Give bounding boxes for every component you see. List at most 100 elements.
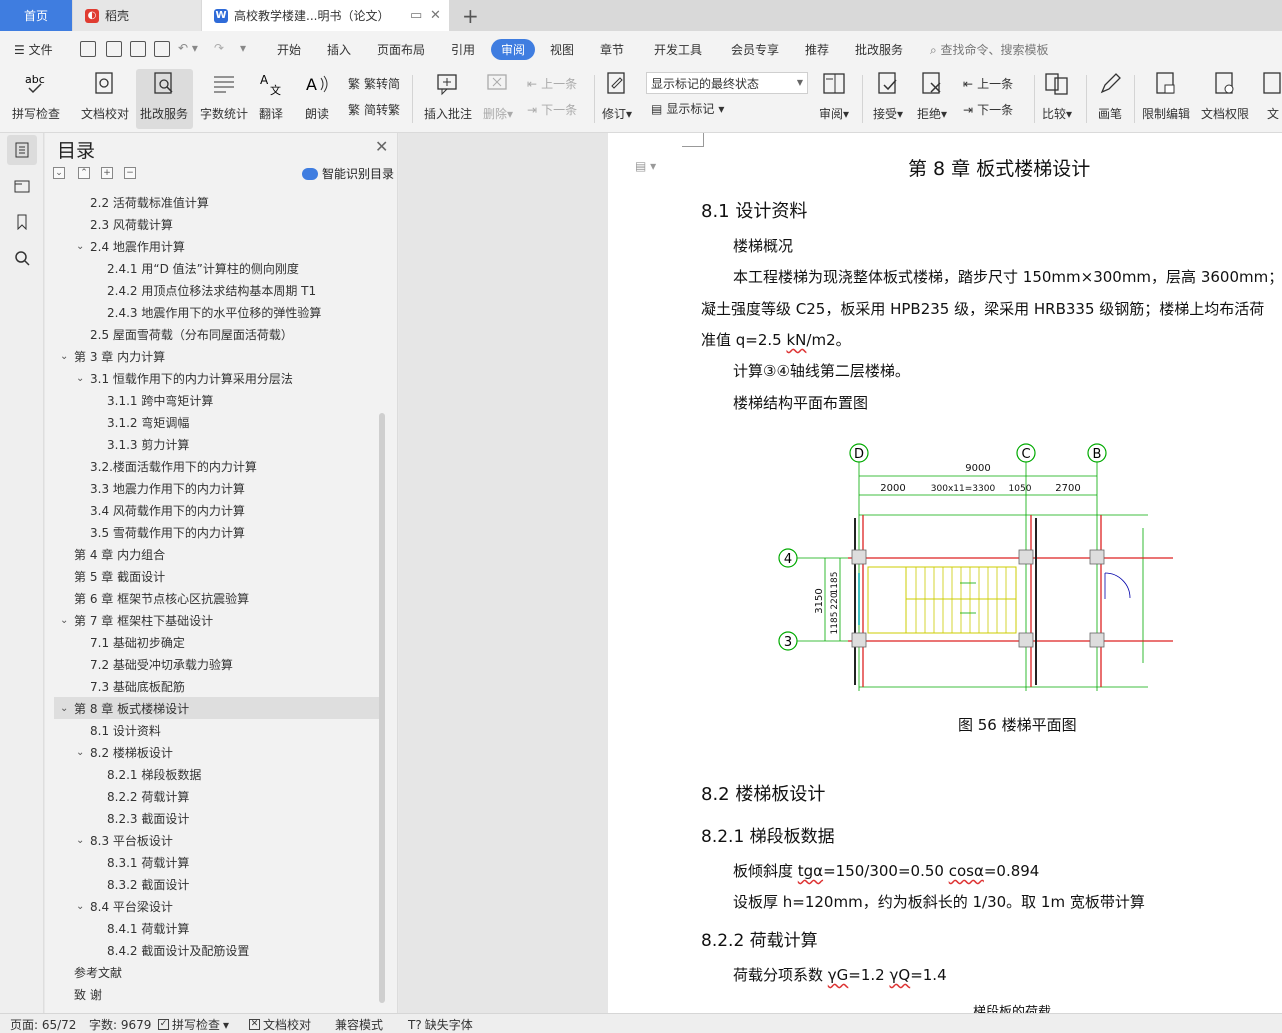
bookmark-panel-button[interactable]	[7, 207, 37, 237]
toc-item[interactable]: 3.1.1 跨中弯矩计算	[54, 389, 379, 411]
chapter-panel-button[interactable]	[7, 171, 37, 201]
toc-item[interactable]: 3.2.楼面活载作用下的内力计算	[54, 455, 379, 477]
add-heading-icon[interactable]: +	[101, 167, 113, 179]
translate-button[interactable]: A文 翻译	[258, 71, 284, 122]
toc-item[interactable]: 3.1.3 剪力计算	[54, 433, 379, 455]
save-icon[interactable]	[80, 41, 96, 57]
chevron-down-icon[interactable]: ⌄	[60, 703, 70, 714]
chevron-down-icon[interactable]: ⌄	[76, 373, 86, 384]
spell-check-button[interactable]: abc 拼写检查	[12, 71, 60, 122]
toc-item[interactable]: 8.4.1 荷载计算	[54, 917, 379, 939]
compat-mode-indicator[interactable]: 兼容模式	[335, 1016, 383, 1033]
toc-item[interactable]: 8.2.2 荷载计算	[54, 785, 379, 807]
toc-item[interactable]: ⌄ 2.4 地震作用计算	[54, 235, 379, 257]
doc-proof-button[interactable]: 文档校对	[81, 71, 129, 122]
toc-item[interactable]: 2.4.3 地震作用下的水平位移的弹性验算	[54, 301, 379, 323]
toc-item[interactable]: 2.4.2 用顶点位移法求结构基本周期 T1	[54, 279, 379, 301]
toc-item[interactable]: ⌄ 8.3 平台板设计	[54, 829, 379, 851]
toc-item[interactable]: 3.3 地震力作用下的内力计算	[54, 477, 379, 499]
toc-item[interactable]: 7.2 基础受冲切承载力验算	[54, 653, 379, 675]
next-revision-button[interactable]: ⇥ 下一条	[963, 101, 1013, 118]
toc-panel-button[interactable]	[7, 135, 37, 165]
toc-item[interactable]: ⌄ 第 3 章 内力计算	[54, 345, 379, 367]
menu-dev-tools[interactable]: 开发工具	[654, 41, 702, 58]
toc-item[interactable]: 2.2 活荷载标准值计算	[54, 191, 379, 213]
status-spell-check[interactable]: ✓ 拼写检查 ▾	[158, 1016, 229, 1033]
toc-item[interactable]: 3.1.2 弯矩调幅	[54, 411, 379, 433]
restrict-edit-button[interactable]: 限制编辑	[1142, 71, 1190, 122]
toc-item[interactable]: 3.4 风荷载作用下的内力计算	[54, 499, 379, 521]
doc-extra-button[interactable]: 文	[1260, 71, 1282, 122]
delete-comment-button[interactable]: 删除▾	[483, 71, 513, 122]
toc-item[interactable]: ⌄ 8.4 平台梁设计	[54, 895, 379, 917]
toc-item[interactable]: 8.1 设计资料	[54, 719, 379, 741]
quick-access-chevron-icon[interactable]: ▾	[240, 41, 246, 55]
chevron-down-icon[interactable]: ⌄	[76, 241, 86, 252]
close-icon[interactable]: ✕	[375, 137, 388, 156]
prev-comment-button[interactable]: ⇤ 上一条	[527, 75, 577, 92]
command-search[interactable]: ⌕ 查找命令、搜索模板	[930, 41, 1049, 58]
menu-start[interactable]: 开始	[277, 41, 301, 58]
expand-all-icon[interactable]: ⌃	[78, 167, 90, 179]
toc-item[interactable]: 8.2.3 截面设计	[54, 807, 379, 829]
pen-button[interactable]: 画笔	[1097, 71, 1123, 122]
toc-item[interactable]: 7.1 基础初步确定	[54, 631, 379, 653]
chevron-down-icon[interactable]: ⌄	[60, 351, 70, 362]
toc-item[interactable]: 第 5 章 截面设计	[54, 565, 379, 587]
redo-icon[interactable]: ↷	[214, 41, 224, 55]
tab-pin-icon[interactable]: ▭	[410, 8, 422, 23]
read-aloud-button[interactable]: A 朗读	[304, 71, 330, 122]
tab-close-icon[interactable]: ✕	[430, 8, 441, 23]
new-tab-icon[interactable]: +	[462, 4, 479, 28]
toc-item[interactable]: 3.5 雪荷载作用下的内力计算	[54, 521, 379, 543]
markup-display-select[interactable]: 显示标记的最终状态 ▼	[646, 72, 808, 94]
toc-item[interactable]: 8.3.2 截面设计	[54, 873, 379, 895]
toc-item[interactable]: 致 谢	[54, 983, 379, 1005]
reject-button[interactable]: 拒绝▾	[917, 71, 947, 122]
show-markup-button[interactable]: ▤ 显示标记 ▾	[651, 100, 724, 117]
correct-service-button[interactable]: 批改服务	[140, 71, 188, 122]
menu-review[interactable]: 审阅	[491, 39, 535, 60]
menu-file[interactable]: ☰ 文件	[14, 41, 53, 58]
collapse-all-icon[interactable]: ⌄	[53, 167, 65, 179]
toc-item[interactable]: 第 4 章 内力组合	[54, 543, 379, 565]
toc-item[interactable]: 7.3 基础底板配筋	[54, 675, 379, 697]
export-icon[interactable]	[106, 41, 122, 57]
menu-recommend[interactable]: 推荐	[805, 41, 829, 58]
toc-item[interactable]: 2.5 屋面雪荷载（分布同屋面活荷载）	[54, 323, 379, 345]
toc-item[interactable]: 参考文献	[54, 961, 379, 983]
chevron-down-icon[interactable]: ⌄	[76, 747, 86, 758]
chevron-down-icon[interactable]: ⌄	[60, 615, 70, 626]
menu-page-layout[interactable]: 页面布局	[377, 41, 425, 58]
toc-item[interactable]: ⌄ 3.1 恒载作用下的内力计算采用分层法	[54, 367, 379, 389]
toc-item[interactable]: 8.3.1 荷载计算	[54, 851, 379, 873]
prev-revision-button[interactable]: ⇤ 上一条	[963, 75, 1013, 92]
toc-item[interactable]: ⌄ 8.2 楼梯板设计	[54, 741, 379, 763]
trad-to-simp-button[interactable]: 繁繁转简	[348, 75, 400, 92]
toc-item[interactable]: 2.3 风荷载计算	[54, 213, 379, 235]
page-indicator[interactable]: 页面: 65/72	[10, 1016, 76, 1033]
word-count-button[interactable]: 字数统计	[200, 71, 248, 122]
chevron-down-icon[interactable]: ⌄	[76, 901, 86, 912]
menu-correct-service[interactable]: 批改服务	[855, 41, 903, 58]
menu-chapter[interactable]: 章节	[600, 41, 624, 58]
toc-item[interactable]: 第 6 章 框架节点核心区抗震验算	[54, 587, 379, 609]
toc-item[interactable]: 8.2.1 梯段板数据	[54, 763, 379, 785]
missing-font-indicator[interactable]: T? 缺失字体	[408, 1016, 473, 1033]
tab-daoke[interactable]: ◐ 稻壳	[73, 0, 201, 31]
smart-toc-button[interactable]: 智能识别目录	[302, 165, 394, 182]
toc-item[interactable]: 8.4.2 截面设计及配筋设置	[54, 939, 379, 961]
review-pane-button[interactable]: 审阅▾	[819, 71, 849, 122]
menu-insert[interactable]: 插入	[327, 41, 351, 58]
toc-item[interactable]: 2.4.1 用“D 值法”计算柱的侧向刚度	[54, 257, 379, 279]
word-count-indicator[interactable]: 字数: 9679	[89, 1016, 151, 1033]
menu-view[interactable]: 视图	[550, 41, 574, 58]
document-page[interactable]: ▤ ▾ 第 8 章 板式楼梯设计 8.1 设计资料 楼梯概况 本工程楼梯为现浇整…	[608, 133, 1282, 1013]
undo-icon[interactable]: ↶ ▾	[178, 41, 198, 55]
simp-to-trad-button[interactable]: 繁简转繁	[348, 101, 400, 118]
doc-permission-button[interactable]: 文档权限	[1201, 71, 1249, 122]
toc-scrollbar[interactable]	[379, 413, 385, 1003]
print-icon[interactable]	[130, 41, 146, 57]
paragraph-menu-icon[interactable]: ▤ ▾	[635, 159, 656, 173]
menu-references[interactable]: 引用	[451, 41, 475, 58]
